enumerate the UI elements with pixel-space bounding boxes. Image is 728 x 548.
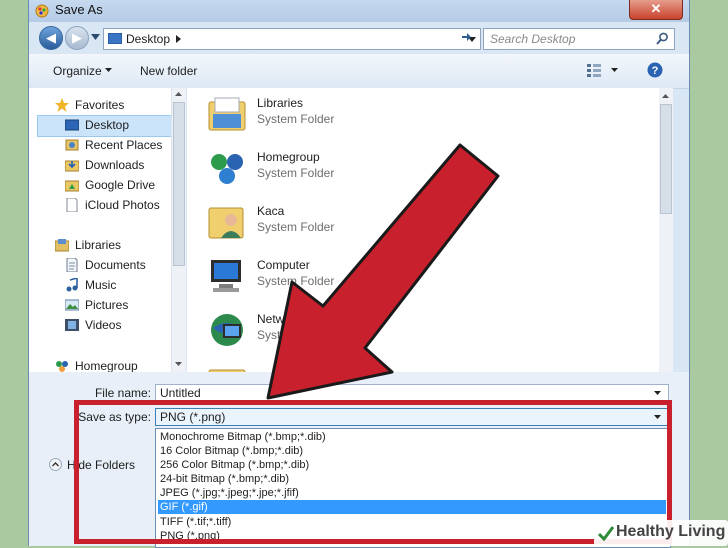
watermark-text: Healthy Living xyxy=(616,523,726,540)
healthy-living-logo-icon xyxy=(598,526,614,541)
watermark: Healthy Living xyxy=(594,520,728,546)
annotation-highlight-frame xyxy=(74,400,672,544)
red-arrow-icon xyxy=(266,143,500,400)
